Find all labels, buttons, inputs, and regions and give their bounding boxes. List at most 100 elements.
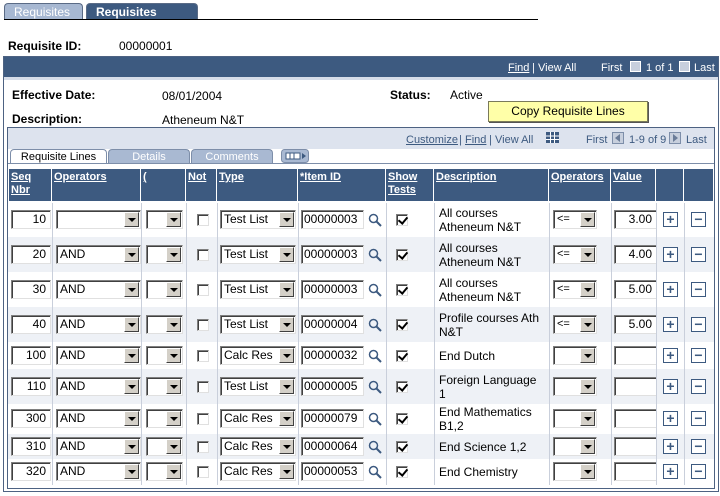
operators-select[interactable]: AND: [56, 280, 141, 299]
lookup-magnifier-icon[interactable]: [368, 380, 382, 394]
operators-select[interactable]: [56, 210, 141, 229]
paren-select[interactable]: [146, 462, 183, 481]
paren-select[interactable]: [146, 245, 183, 264]
item-id-input[interactable]: 00000032: [301, 346, 364, 365]
subtab-details[interactable]: Details: [108, 149, 190, 164]
spreadsheet-icon[interactable]: [546, 132, 559, 143]
col-show-tests[interactable]: Show Tests: [386, 169, 433, 201]
show-tests-checkbox[interactable]: [396, 441, 408, 453]
add-row-button[interactable]: +: [663, 247, 678, 262]
delete-row-button[interactable]: −: [691, 282, 706, 297]
chevron-down-icon[interactable]: [124, 212, 139, 227]
col-not[interactable]: Not: [186, 169, 216, 201]
next-arrow-icon[interactable]: [679, 60, 690, 74]
chevron-down-icon[interactable]: [166, 411, 181, 426]
lookup-magnifier-icon[interactable]: [368, 213, 382, 227]
value-input[interactable]: 5.00: [614, 280, 657, 299]
value-input[interactable]: [614, 346, 657, 365]
last-link[interactable]: Last: [694, 62, 715, 74]
operators-2-select[interactable]: <=: [553, 315, 597, 334]
delete-row-button[interactable]: −: [691, 348, 706, 363]
lookup-magnifier-icon[interactable]: [368, 248, 382, 262]
seq-nbr-input[interactable]: 310: [11, 437, 51, 456]
add-row-button[interactable]: +: [663, 317, 678, 332]
value-input[interactable]: 3.00: [614, 210, 657, 229]
first-link[interactable]: First: [601, 62, 622, 74]
operators-2-select[interactable]: <=: [553, 245, 597, 264]
add-row-button[interactable]: +: [663, 411, 678, 426]
type-select[interactable]: Test List: [220, 315, 296, 334]
lookup-magnifier-icon[interactable]: [368, 349, 382, 363]
chevron-down-icon[interactable]: [279, 348, 294, 363]
operators-2-select[interactable]: [553, 377, 597, 396]
chevron-down-icon[interactable]: [166, 247, 181, 262]
col-seq-nbr[interactable]: Seq Nbr: [9, 169, 51, 201]
tab-requisites-lines[interactable]: Requisites Lines: [86, 3, 198, 35]
tab-requisites[interactable]: Requisites: [4, 3, 83, 20]
subtab-comments[interactable]: Comments: [191, 149, 273, 164]
col-description[interactable]: Description: [434, 169, 548, 201]
operators-select[interactable]: AND: [56, 346, 141, 365]
chevron-down-icon[interactable]: [580, 317, 595, 332]
chevron-down-icon[interactable]: [279, 411, 294, 426]
type-select[interactable]: Test List: [220, 245, 296, 264]
grid-first-link[interactable]: First: [586, 134, 607, 146]
operators-select[interactable]: AND: [56, 245, 141, 264]
add-row-button[interactable]: +: [663, 348, 678, 363]
not-checkbox[interactable]: [197, 284, 209, 296]
col-operators-2[interactable]: Operators: [549, 169, 610, 201]
not-checkbox[interactable]: [197, 466, 209, 478]
not-checkbox[interactable]: [197, 319, 209, 331]
seq-nbr-input[interactable]: 100: [11, 346, 51, 365]
item-id-input[interactable]: 00000005: [301, 377, 364, 396]
chevron-down-icon[interactable]: [166, 348, 181, 363]
seq-nbr-input[interactable]: 110: [11, 377, 51, 396]
seq-nbr-input[interactable]: 320: [11, 462, 51, 481]
show-tests-checkbox[interactable]: [396, 466, 408, 478]
grid-view-all-link[interactable]: View All: [495, 134, 533, 146]
operators-select[interactable]: AND: [56, 315, 141, 334]
value-input[interactable]: [614, 437, 657, 456]
show-tests-checkbox[interactable]: [396, 284, 408, 296]
operators-2-select[interactable]: [553, 409, 597, 428]
lookup-magnifier-icon[interactable]: [368, 440, 382, 454]
item-id-input[interactable]: 00000003: [301, 210, 364, 229]
add-row-button[interactable]: +: [663, 282, 678, 297]
item-id-input[interactable]: 00000003: [301, 245, 364, 264]
chevron-down-icon[interactable]: [124, 379, 139, 394]
view-all-link[interactable]: View All: [538, 62, 576, 74]
chevron-down-icon[interactable]: [124, 464, 139, 479]
chevron-down-icon[interactable]: [166, 212, 181, 227]
grid-find-link[interactable]: Find: [465, 134, 486, 146]
type-select[interactable]: Calc Res: [220, 346, 296, 365]
chevron-down-icon[interactable]: [166, 439, 181, 454]
chevron-down-icon[interactable]: [279, 247, 294, 262]
operators-2-select[interactable]: [553, 346, 597, 365]
delete-row-button[interactable]: −: [691, 317, 706, 332]
value-input[interactable]: [614, 409, 657, 428]
col-paren[interactable]: (: [141, 169, 185, 201]
add-row-button[interactable]: +: [663, 212, 678, 227]
delete-row-button[interactable]: −: [691, 464, 706, 479]
add-row-button[interactable]: +: [663, 439, 678, 454]
chevron-down-icon[interactable]: [279, 212, 294, 227]
show-tests-checkbox[interactable]: [396, 413, 408, 425]
type-select[interactable]: Test List: [220, 377, 296, 396]
lookup-magnifier-icon[interactable]: [368, 283, 382, 297]
operators-2-select[interactable]: [553, 462, 597, 481]
copy-requisite-lines-button[interactable]: Copy Requisite Lines: [488, 101, 648, 122]
delete-row-button[interactable]: −: [691, 212, 706, 227]
grid-last-link[interactable]: Last: [686, 134, 707, 146]
chevron-down-icon[interactable]: [124, 348, 139, 363]
value-input[interactable]: 5.00: [614, 315, 657, 334]
type-select[interactable]: Test List: [220, 210, 296, 229]
paren-select[interactable]: [146, 280, 183, 299]
seq-nbr-input[interactable]: 10: [11, 210, 51, 229]
not-checkbox[interactable]: [197, 413, 209, 425]
chevron-down-icon[interactable]: [279, 439, 294, 454]
item-id-input[interactable]: 00000053: [301, 462, 364, 481]
chevron-down-icon[interactable]: [580, 212, 595, 227]
chevron-down-icon[interactable]: [279, 464, 294, 479]
chevron-down-icon[interactable]: [580, 439, 595, 454]
operators-2-select[interactable]: [553, 437, 597, 456]
